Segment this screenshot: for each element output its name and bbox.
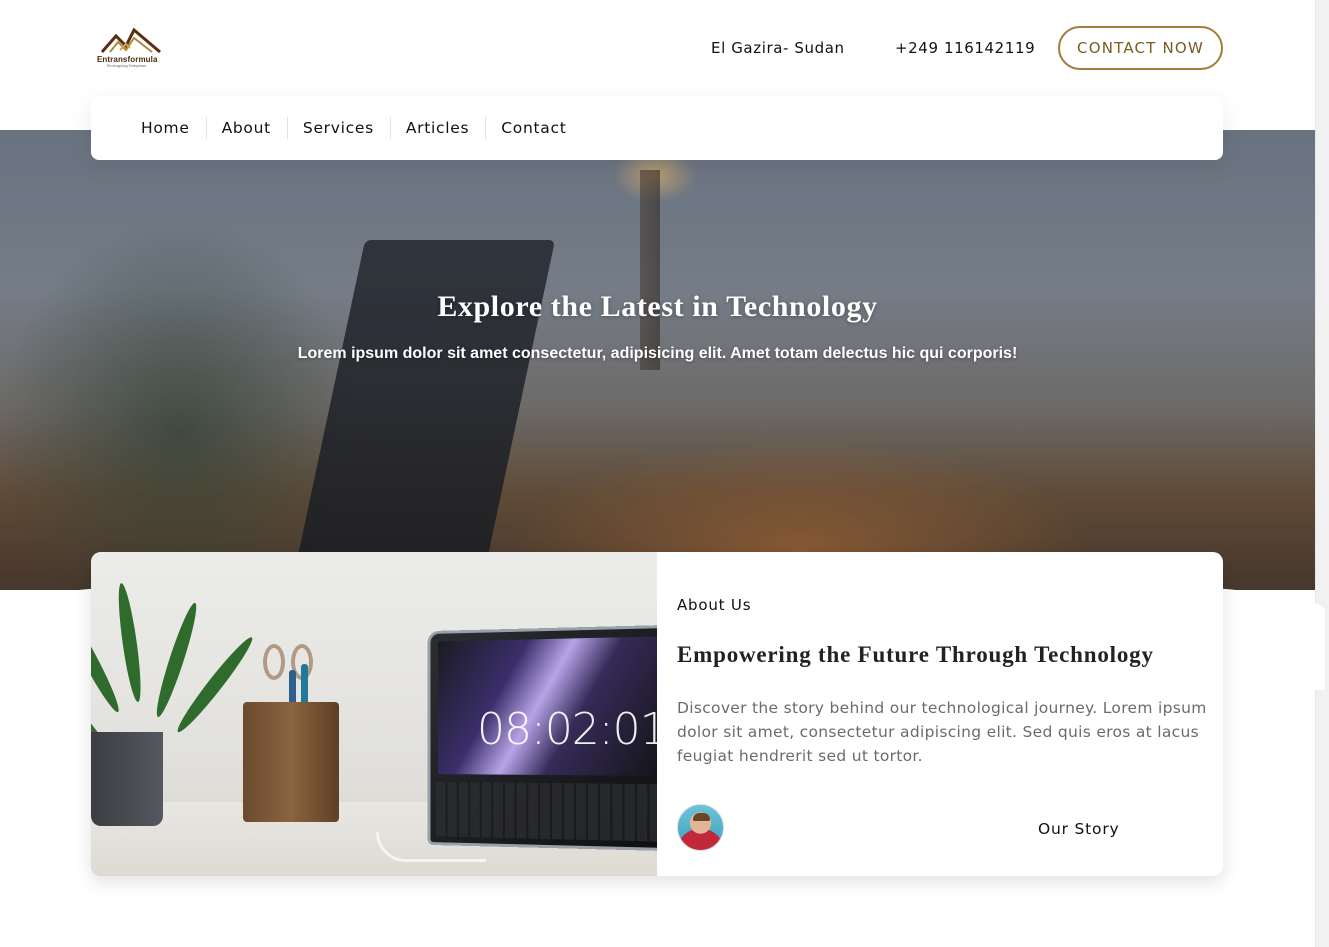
header-location: El Gazira- Sudan: [711, 39, 845, 57]
nav-item-about[interactable]: About: [206, 119, 287, 137]
our-story-link[interactable]: Our Story: [1038, 820, 1119, 838]
header-phone[interactable]: +249 116142119: [895, 39, 1035, 57]
nav-item-contact[interactable]: Contact: [485, 119, 582, 137]
brand-tagline: Re-imagining Enterprises: [107, 64, 146, 68]
hero-title: Explore the Latest in Technology: [0, 290, 1315, 324]
main-navigation: Home About Services Articles Contact: [91, 96, 1223, 160]
laptop-keyboard: [436, 782, 657, 842]
nav-item-home[interactable]: Home: [125, 119, 206, 137]
about-desk-image: 08:02:01: [91, 552, 657, 876]
hero-subtitle: Lorem ipsum dolor sit amet consectetur, …: [0, 345, 1315, 363]
page-scrollbar[interactable]: [1315, 0, 1329, 947]
about-eyebrow: About Us: [677, 596, 751, 614]
nav-item-articles[interactable]: Articles: [390, 119, 485, 137]
wooden-pen-holder: [243, 702, 339, 822]
avatar-hair: [693, 813, 710, 821]
contact-now-button[interactable]: CONTACT NOW: [1058, 26, 1223, 70]
scissors-handle: [263, 644, 285, 680]
brand-name: Entransformula: [97, 55, 158, 64]
about-card: 08:02:01 About Us Empowering the Future …: [91, 552, 1223, 876]
about-content: About Us Empowering the Future Through T…: [677, 552, 1223, 876]
plant-pot: [91, 732, 163, 826]
about-title: Empowering the Future Through Technology: [677, 642, 1154, 668]
laptop-clock-display: 08:02:01: [477, 704, 657, 755]
author-avatar: [677, 804, 724, 851]
about-description: Discover the story behind our technologi…: [677, 696, 1212, 768]
nav-item-services[interactable]: Services: [287, 119, 390, 137]
plant-leaf: [114, 582, 145, 703]
